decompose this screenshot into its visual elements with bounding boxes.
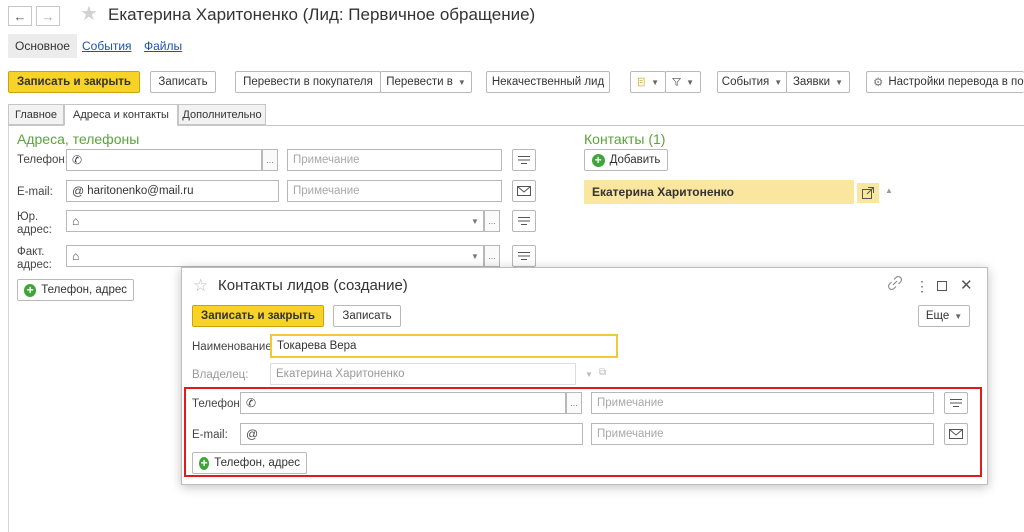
legal-address-select-button[interactable]: ... (484, 210, 500, 232)
actual-address-select-button[interactable]: ... (484, 245, 500, 267)
dialog-email-note-field[interactable]: Примечание (591, 423, 934, 445)
tab-additional[interactable]: Дополнительно (178, 104, 266, 125)
email-send-button[interactable] (512, 180, 536, 202)
phone-icon: ✆ (72, 153, 83, 167)
dialog-phone-label: Телефон: (192, 398, 243, 410)
conversion-settings-button[interactable]: ⚙ Настройки перевода в поку (866, 71, 1024, 93)
close-icon[interactable]: ✕ (960, 276, 973, 294)
section-events[interactable]: События (82, 34, 132, 58)
favorite-star-icon[interactable]: ★ (80, 4, 98, 24)
dialog-phone-select-button[interactable]: ... (566, 392, 582, 414)
email-label: E-mail: (17, 186, 53, 198)
name-field[interactable]: Токарева Вера (270, 334, 618, 358)
convert-to-customer-button[interactable]: Перевести в покупателя (235, 71, 381, 93)
dialog-email-send-button[interactable] (944, 423, 968, 445)
phone-note-field[interactable]: Примечание (287, 149, 502, 171)
phone-icon: ✆ (246, 396, 257, 410)
window-title: Екатерина Харитоненко (Лид: Первичное об… (108, 5, 536, 24)
save-button[interactable]: Записать (150, 71, 216, 93)
add-phone-address-button[interactable]: + Телефон, адрес (17, 279, 134, 301)
chevron-down-icon: ▼ (774, 77, 783, 87)
house-icon: ⌂ (72, 214, 80, 228)
chevron-down-icon: ▼ (686, 77, 694, 87)
dialog-email-field[interactable]: @ (240, 423, 583, 445)
plus-circle-icon: + (24, 283, 37, 297)
lines-icon (518, 156, 530, 164)
lines-icon (950, 399, 962, 407)
plus-circle-icon: + (199, 455, 210, 470)
back-button[interactable]: ← (8, 6, 32, 26)
more-actions-icon[interactable]: ⋮ (915, 278, 929, 295)
owner-dropdown: ▼ (585, 369, 593, 379)
name-label: Наименование: (192, 341, 275, 353)
phone-label: Телефон: (17, 154, 68, 166)
link-icon[interactable] (888, 276, 902, 293)
convert-to-dropdown-button[interactable]: Перевести в ▼ (380, 71, 472, 93)
tab-addresses-contacts[interactable]: Адреса и контакты (64, 104, 178, 126)
print-dropdown-button[interactable]: ▼ (630, 71, 666, 93)
phone-field[interactable]: ✆ (66, 149, 262, 171)
dialog-add-phone-address-button[interactable]: + Телефон, адрес (192, 452, 307, 474)
dialog-save-and-close-button[interactable]: Записать и закрыть (192, 305, 324, 327)
maximize-icon[interactable] (937, 280, 947, 294)
chevron-down-icon: ▼ (954, 311, 963, 321)
section-files[interactable]: Файлы (144, 34, 182, 58)
lines-icon (518, 252, 530, 260)
at-icon: @ (246, 427, 259, 441)
actual-address-dropdown[interactable]: ▼ (468, 245, 482, 267)
gear-icon: ⚙ (873, 77, 884, 89)
dialog-more-button[interactable]: Еще ▼ (918, 305, 970, 327)
window-left-border (8, 126, 9, 532)
dialog-star-icon[interactable]: ☆ (193, 276, 208, 296)
house-icon: ⌂ (72, 249, 80, 263)
actual-address-label: Факт. адрес: (17, 246, 52, 271)
arrow-left-icon: ← (13, 8, 27, 24)
email-field[interactable]: @ haritonenko@mail.ru (66, 180, 279, 202)
chevron-down-icon: ▼ (835, 77, 844, 87)
open-external-icon[interactable] (857, 183, 879, 203)
section-main[interactable]: Основное (8, 34, 77, 58)
phone-comment-button[interactable] (512, 149, 536, 171)
events-dropdown-button[interactable]: События ▼ (717, 71, 787, 93)
filter-dropdown-button[interactable]: ▼ (665, 71, 701, 93)
tab-main[interactable]: Главное (8, 104, 64, 125)
requests-dropdown-button[interactable]: Заявки ▼ (786, 71, 850, 93)
dialog-phone-comment-button[interactable] (944, 392, 968, 414)
email-note-field[interactable]: Примечание (287, 180, 502, 202)
chevron-down-icon: ▼ (651, 77, 659, 87)
arrow-right-icon: → (41, 8, 55, 24)
forward-button[interactable]: → (36, 6, 60, 26)
save-and-close-button[interactable]: Записать и закрыть (8, 71, 140, 93)
add-contact-button[interactable]: + Добавить (584, 149, 668, 171)
lines-icon (518, 217, 530, 225)
legal-address-comment-button[interactable] (512, 210, 536, 232)
dialog-phone-note-field[interactable]: Примечание (591, 392, 934, 414)
dialog-title: Контакты лидов (создание) (218, 277, 408, 294)
plus-circle-icon: + (591, 153, 605, 167)
addresses-group-title: Адреса, телефоны (17, 131, 140, 147)
filter-funnel-icon (672, 78, 682, 87)
document-print-icon (637, 77, 645, 87)
actual-address-field[interactable]: ⌂ (66, 245, 484, 267)
contact-list-item[interactable]: Екатерина Харитоненко (584, 180, 854, 204)
legal-address-label: Юр. адрес: (17, 211, 52, 236)
dialog-email-label: E-mail: (192, 429, 228, 441)
owner-open-icon: ⧉ (599, 367, 607, 378)
actual-address-comment-button[interactable] (512, 245, 536, 267)
envelope-icon (949, 429, 963, 439)
bad-lead-button[interactable]: Некачественный лид (486, 71, 610, 93)
contacts-group-title: Контакты (1) (584, 131, 666, 147)
chevron-down-icon: ▼ (457, 77, 466, 87)
at-icon: @ (72, 184, 85, 198)
envelope-icon (517, 186, 531, 196)
dialog-phone-field[interactable]: ✆ (240, 392, 566, 414)
owner-label: Владелец: (192, 369, 249, 381)
phone-select-button[interactable]: ... (262, 149, 278, 171)
legal-address-dropdown[interactable]: ▼ (468, 210, 482, 232)
legal-address-field[interactable]: ⌂ (66, 210, 484, 232)
dialog-save-button[interactable]: Записать (333, 305, 401, 327)
owner-field: Екатерина Харитоненко (270, 363, 576, 385)
collapse-caret-icon[interactable]: ▲ (885, 186, 893, 195)
